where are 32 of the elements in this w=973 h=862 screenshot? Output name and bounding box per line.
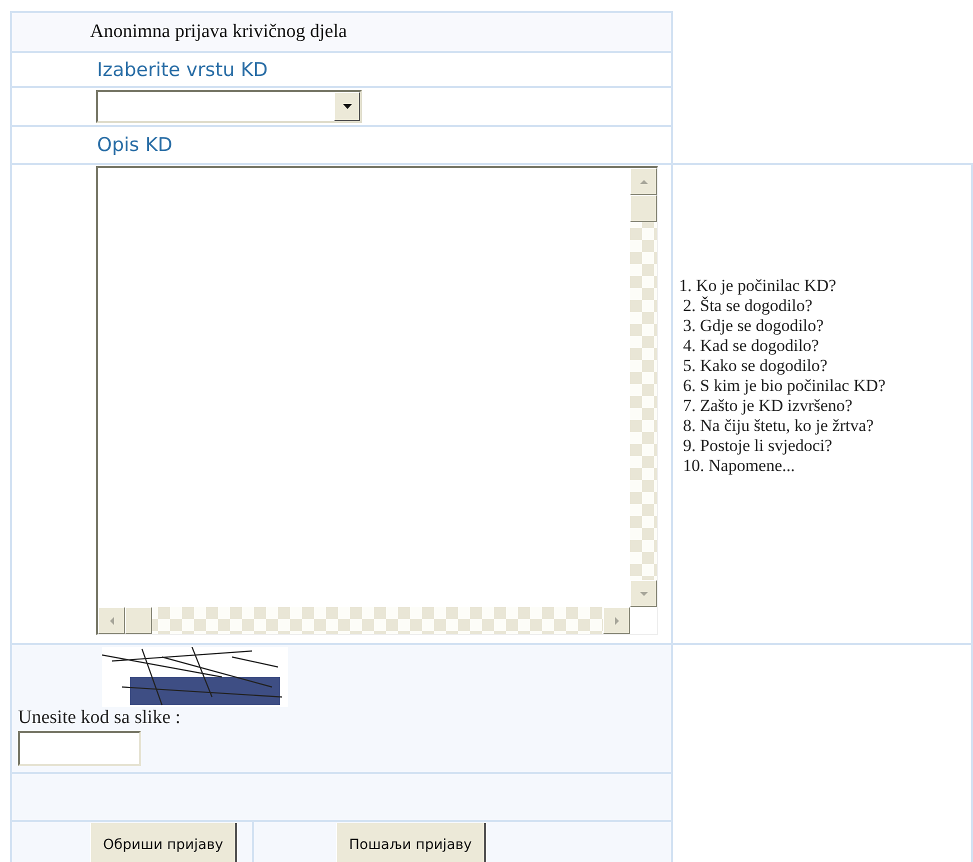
left-arrow-icon <box>108 616 116 624</box>
question-hint: 1. Ko je počinilac KD? <box>679 276 836 296</box>
delete-report-button[interactable]: Обриши пријаву <box>90 823 238 862</box>
horizontal-scrollbar[interactable] <box>98 607 630 634</box>
question-hint: 8. Na čiju štetu, ko je žrtva? <box>683 416 874 436</box>
question-hint: 5. Kako se dogodilo? <box>683 356 828 376</box>
up-arrow-icon <box>640 178 648 186</box>
scroll-thumb[interactable] <box>630 195 657 222</box>
question-hint: 4. Kad se dogodilo? <box>683 336 819 356</box>
scroll-thumb[interactable] <box>125 607 152 634</box>
description-field[interactable] <box>96 166 658 635</box>
send-report-button[interactable]: Пошаљи пријаву <box>336 823 486 862</box>
question-hint: 6. S kim je bio počinilac KD? <box>683 376 886 396</box>
question-hint: 10. Napomene... <box>683 456 795 476</box>
description-label: Opis KD <box>97 134 172 156</box>
right-arrow-icon <box>612 616 620 624</box>
scroll-up-button[interactable] <box>630 168 657 195</box>
question-hint: 2. Šta se dogodilo? <box>683 296 812 316</box>
scroll-down-button[interactable] <box>630 580 657 607</box>
question-hint: 3. Gdje se dogodilo? <box>683 316 824 336</box>
question-hint: 7. Zašto je KD izvršeno? <box>683 396 852 416</box>
scroll-left-button[interactable] <box>98 607 125 634</box>
crime-type-label: Izaberite vrstu KD <box>97 58 268 80</box>
scroll-right-button[interactable] <box>603 607 630 634</box>
captcha-label: Unesite kod sa slike : <box>18 707 181 729</box>
question-hint: 9. Postoje li svjedoci? <box>683 436 832 456</box>
crime-type-dropdown[interactable] <box>96 90 362 123</box>
down-arrow-icon <box>640 590 648 598</box>
captcha-input[interactable] <box>18 731 141 766</box>
caret-icon <box>342 104 352 109</box>
vertical-scrollbar[interactable] <box>630 168 657 607</box>
form-title: Anonimna prijava krivičnog djela <box>10 11 673 51</box>
